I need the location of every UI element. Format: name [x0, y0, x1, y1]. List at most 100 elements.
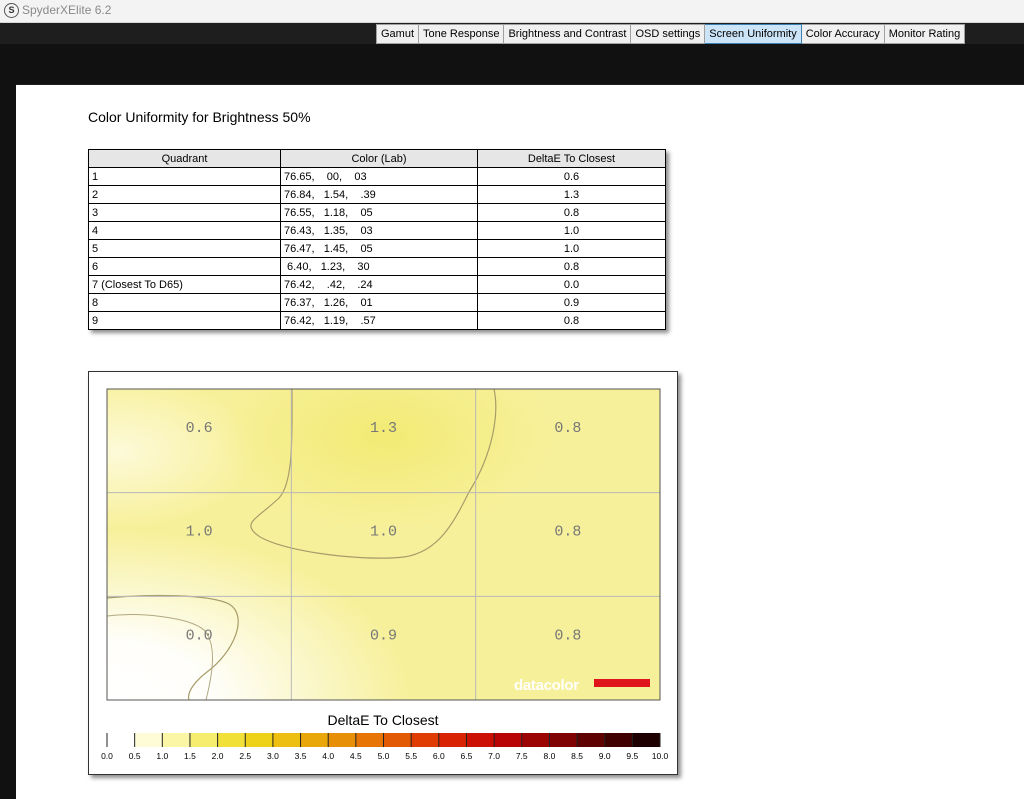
table-row: 9 76.42, 1.19, .57 0.8: [88, 311, 666, 330]
cell-value-label: 0.8: [554, 524, 581, 541]
report-heading: Color Uniformity for Brightness 50%: [88, 109, 311, 125]
scale-tick-label: 6.5: [461, 751, 473, 761]
deltae-cell: 1.0: [477, 221, 666, 240]
scale-swatch: [577, 733, 606, 747]
quadrant-cell: 5: [88, 239, 281, 258]
uniformity-heatmap: 0.6 1.3 0.8 1.0 1.0 0.8 0.0 0.9 0.8 datacolor De…: [101, 388, 669, 761]
color-lab-cell: 76.43, 1.35, 03: [280, 221, 478, 240]
scale-tick-label: 3.5: [295, 751, 307, 761]
scale-swatch: [272, 733, 302, 747]
scale-swatch: [466, 733, 495, 747]
color-lab-cell: 76.65, 00, 03: [280, 167, 478, 186]
quadrant-cell: 1: [88, 167, 281, 186]
report-page: Color Uniformity for Brightness 50% Quad…: [16, 85, 1024, 799]
tab-screen-uniformity[interactable]: Screen Uniformity: [705, 24, 802, 44]
scale-tick-label: 9.5: [626, 751, 638, 761]
scale-tick-label: 5.0: [378, 751, 390, 761]
quadrant-cell: 4: [88, 221, 281, 240]
scale-tick-label: 9.0: [599, 751, 611, 761]
tab-brightness-contrast[interactable]: Brightness and Contrast: [504, 24, 632, 44]
column-header-color-lab: Color (Lab): [280, 149, 478, 168]
scale-tick-label: 2.0: [212, 751, 224, 761]
scale-swatch: [438, 733, 467, 747]
left-margin: [0, 84, 16, 799]
deltae-cell: 0.8: [477, 257, 666, 276]
scale-tick-label: 1.5: [184, 751, 196, 761]
deltae-cell: 1.3: [477, 185, 666, 204]
table-row: 2 76.84, 1.54, .39 1.3: [88, 185, 666, 204]
deltae-cell: 1.0: [477, 239, 666, 258]
scale-swatch: [355, 733, 384, 747]
column-header-quadrant: Quadrant: [88, 149, 281, 168]
scale-swatch: [134, 733, 163, 747]
table-row: 1 76.65, 00, 03 0.6: [88, 167, 666, 186]
scale-title: DeltaE To Closest: [327, 712, 438, 728]
scale-tick-label: 0.5: [129, 751, 141, 761]
tab-gamut[interactable]: Gamut: [376, 24, 420, 44]
toolbar-area: [0, 44, 1024, 84]
scale-tick-label: 10.0: [652, 751, 669, 761]
deltae-cell: 0.8: [477, 311, 666, 330]
table-row: 5 76.47, 1.45, 05 1.0: [88, 239, 666, 258]
deltae-cell: 0.0: [477, 275, 666, 294]
scale-tick-label: 7.0: [488, 751, 500, 761]
window-title: SpyderXElite 6.2: [22, 3, 112, 17]
table-row: 4 76.43, 1.35, 03 1.0: [88, 221, 666, 240]
tab-color-accuracy[interactable]: Color Accuracy: [801, 24, 885, 44]
quadrant-cell: 9: [88, 311, 281, 330]
color-lab-cell: 6.40, 1.23, 30: [280, 257, 478, 276]
scale-tick-label: 3.0: [267, 751, 279, 761]
scale-swatch: [604, 733, 633, 747]
quadrant-cell: 6: [88, 257, 281, 276]
quadrant-cell: 8: [88, 293, 281, 312]
datacolor-brand-bar: [594, 679, 650, 687]
table-row: 6 6.40, 1.23, 30 0.8: [88, 257, 666, 276]
scale-tick-label: 6.0: [433, 751, 445, 761]
scale-tick-label: 7.5: [516, 751, 528, 761]
cell-value-label: 0.0: [186, 627, 213, 644]
deltae-cell: 0.8: [477, 203, 666, 222]
scale-swatch: [300, 733, 329, 747]
scale-swatch: [162, 733, 191, 747]
cell-value-label: 0.6: [186, 420, 213, 437]
color-lab-cell: 76.42, .42, .24: [280, 275, 478, 294]
table-row: 8 76.37, 1.26, 01 0.9: [88, 293, 666, 312]
tab-osd-settings[interactable]: OSD settings: [631, 24, 706, 44]
cell-value-label: 0.8: [554, 627, 581, 644]
scale-swatch: [632, 733, 661, 747]
color-lab-cell: 76.37, 1.26, 01: [280, 293, 478, 312]
quadrant-cell: 7 (Closest To D65): [88, 275, 281, 294]
scale-swatch: [411, 733, 440, 747]
color-lab-cell: 76.55, 1.18, 05: [280, 203, 478, 222]
scale-swatch: [328, 733, 357, 747]
scale-swatch: [383, 733, 412, 747]
tab-monitor-rating[interactable]: Monitor Rating: [884, 24, 966, 44]
scale-tick-label: 2.5: [239, 751, 251, 761]
tab-tone-response[interactable]: Tone Response: [419, 24, 505, 44]
quadrant-cell: 3: [88, 203, 281, 222]
uniformity-heatmap-panel: 0.6 1.3 0.8 1.0 1.0 0.8 0.0 0.9 0.8 datacolor De…: [88, 371, 678, 775]
quadrant-cell: 2: [88, 185, 281, 204]
table-header-row: Quadrant Color (Lab) DeltaE To Closest: [88, 149, 666, 168]
deltae-cell: 0.6: [477, 167, 666, 186]
deltae-cell: 0.9: [477, 293, 666, 312]
scale-tick-label: 0.0: [101, 751, 113, 761]
table-row: 7 (Closest To D65) 76.42, .42, .24 0.0: [88, 275, 666, 294]
app-logo-icon: S: [4, 3, 19, 18]
scale-swatch: [494, 733, 523, 747]
tab-bar: Gamut Tone Response Brightness and Contr…: [376, 24, 966, 44]
column-header-deltae: DeltaE To Closest: [477, 149, 666, 168]
scale-swatch: [107, 733, 136, 747]
scale-swatch: [549, 733, 578, 747]
datacolor-watermark: datacolor: [514, 677, 579, 694]
scale-swatch: [521, 733, 550, 747]
scale-tick-label: 5.5: [405, 751, 417, 761]
cell-value-label: 1.0: [186, 524, 213, 541]
scale-swatch: [245, 733, 274, 747]
scale-tick-label: 4.0: [322, 751, 334, 761]
uniformity-table: Quadrant Color (Lab) DeltaE To Closest 1…: [88, 149, 666, 330]
color-lab-cell: 76.84, 1.54, .39: [280, 185, 478, 204]
scale-tick-label: 8.5: [571, 751, 583, 761]
cell-value-label: 1.3: [370, 420, 397, 437]
scale-tick-label: 4.5: [350, 751, 362, 761]
